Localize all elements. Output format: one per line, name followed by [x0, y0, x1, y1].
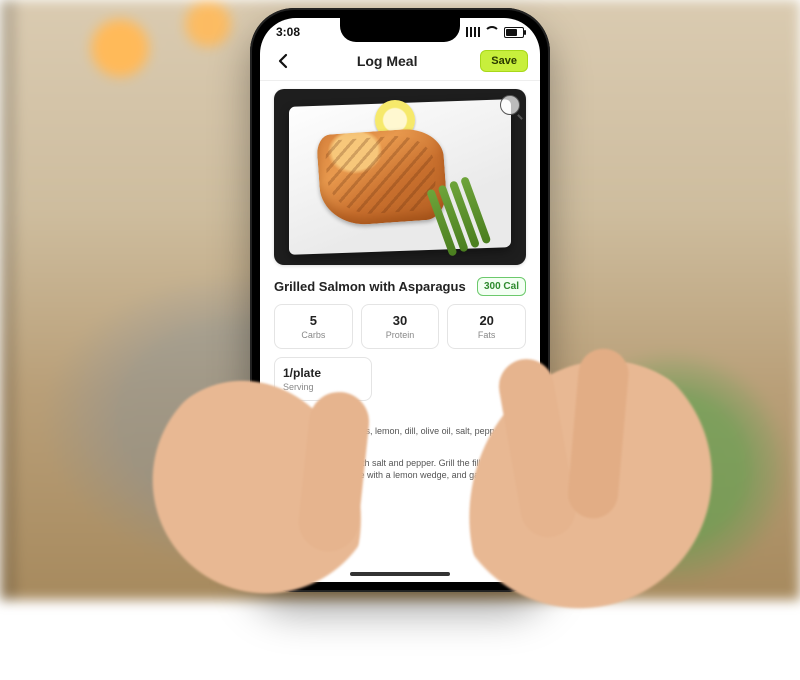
macro-value: 30 — [368, 313, 433, 328]
top-bar: Log Meal Save — [260, 46, 540, 81]
zoom-icon[interactable] — [500, 95, 520, 115]
macros-row: 5 Carbs 30 Protein 20 Fats — [274, 304, 526, 349]
macro-label: Carbs — [281, 330, 346, 340]
phone-frame: 3:08 Log Meal Save — [250, 8, 550, 592]
back-button[interactable] — [272, 50, 294, 72]
serving-label: Serving — [283, 382, 363, 392]
macro-value: 5 — [281, 313, 346, 328]
serving-card[interactable]: 1/plate Serving — [274, 357, 372, 401]
save-button[interactable]: Save — [480, 50, 528, 72]
cellular-icon — [466, 27, 480, 37]
calories-badge: 300 Cal — [477, 277, 526, 296]
macro-protein[interactable]: 30 Protein — [361, 304, 440, 349]
preparation-text: Season the salmon with salt and pepper. … — [274, 457, 526, 493]
content-scroll[interactable]: Grilled Salmon with Asparagus 300 Cal 5 … — [260, 81, 540, 582]
wifi-icon — [484, 26, 500, 38]
macro-fats[interactable]: 20 Fats — [447, 304, 526, 349]
serving-value: 1/plate — [283, 366, 363, 380]
battery-icon — [504, 27, 524, 38]
meal-title-row: Grilled Salmon with Asparagus 300 Cal — [274, 277, 526, 296]
salmon-graphic — [316, 127, 448, 227]
ingredients-heading: Ingredients — [274, 411, 526, 423]
status-indicators — [466, 26, 524, 38]
home-indicator[interactable] — [350, 572, 450, 576]
macro-carbs[interactable]: 5 Carbs — [274, 304, 353, 349]
macro-label: Protein — [368, 330, 433, 340]
meal-name: Grilled Salmon with Asparagus — [274, 279, 466, 294]
phone-screen: 3:08 Log Meal Save — [260, 18, 540, 582]
macro-label: Fats — [454, 330, 519, 340]
meal-photo[interactable] — [274, 89, 526, 265]
chevron-left-icon — [277, 53, 289, 69]
preparation-heading: Preparation — [274, 443, 526, 455]
ingredients-text: Salmon fillet, asparagus, lemon, dill, o… — [274, 425, 526, 437]
notch — [340, 18, 460, 42]
macro-value: 20 — [454, 313, 519, 328]
page-title: Log Meal — [357, 53, 418, 69]
status-time: 3:08 — [276, 25, 300, 39]
